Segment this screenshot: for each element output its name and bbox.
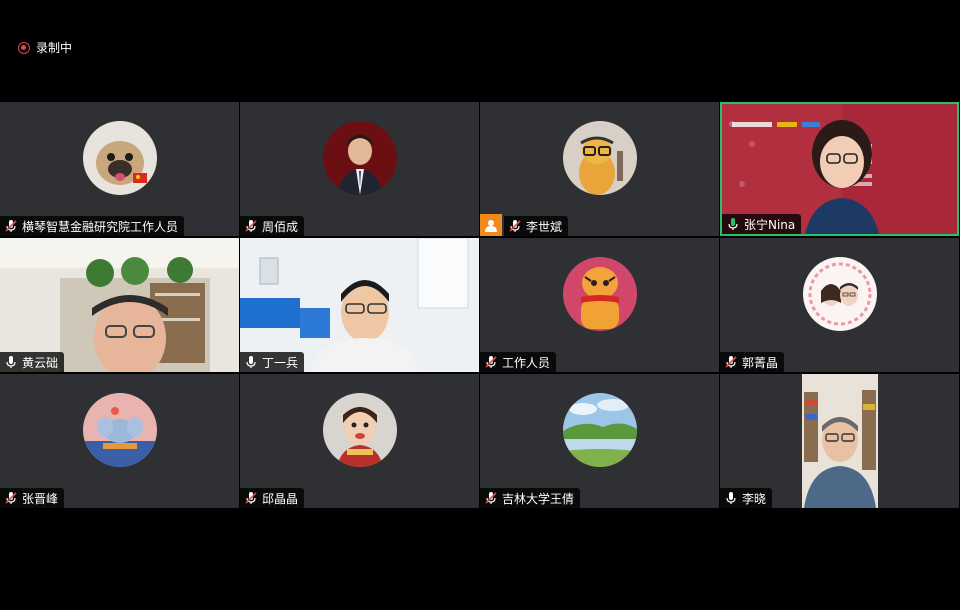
name-label: 李世斌 — [504, 216, 569, 236]
participant-tile[interactable]: 郭菁晶 — [720, 238, 959, 372]
participant-name: 吉林大学王倩 — [502, 491, 575, 506]
participant-tile[interactable]: 李世斌 — [480, 102, 719, 236]
participant-name: 李世斌 — [526, 219, 563, 234]
participant-tile[interactable]: 张晋峰 — [0, 374, 239, 508]
recording-indicator: 录制中 — [18, 39, 72, 56]
participant-tile-active-speaker[interactable]: 张宁Nina — [720, 102, 959, 236]
name-label: 丁一兵 — [240, 352, 305, 372]
avatar — [562, 121, 637, 195]
video-grid: 横琴智慧金融研究院工作人员 周佰成 李世斌 张宁Nina 黄云础 丁一兵 工作人… — [0, 102, 960, 508]
participant-name: 邱晶晶 — [262, 491, 299, 506]
participant-name: 郭菁晶 — [742, 355, 779, 370]
participant-tile[interactable]: 工作人员 — [480, 238, 719, 372]
mic-muted-icon — [509, 220, 521, 232]
name-label: 吉林大学王倩 — [480, 488, 581, 508]
name-label: 横琴智慧金融研究院工作人员 — [0, 216, 185, 236]
participant-tile[interactable]: 邱晶晶 — [240, 374, 479, 508]
participant-name: 横琴智慧金融研究院工作人员 — [22, 219, 179, 234]
participant-name: 李晓 — [742, 491, 767, 506]
name-label: 郭菁晶 — [720, 352, 785, 372]
record-icon — [18, 41, 30, 54]
participant-tile[interactable]: 吉林大学王倩 — [480, 374, 719, 508]
mic-muted-icon — [485, 492, 497, 504]
participant-name: 张晋峰 — [22, 491, 59, 506]
name-label: 李晓 — [720, 488, 773, 508]
participant-tile[interactable]: 横琴智慧金融研究院工作人员 — [0, 102, 239, 236]
avatar — [322, 393, 397, 467]
mic-muted-icon — [725, 356, 737, 368]
participant-tile[interactable]: 李晓 — [720, 374, 959, 508]
participant-tile[interactable]: 周佰成 — [240, 102, 479, 236]
mic-muted-icon — [245, 220, 257, 232]
avatar — [562, 257, 637, 331]
participant-name: 丁一兵 — [262, 355, 299, 370]
participant-name: 周佰成 — [262, 219, 299, 234]
mic-muted-icon — [485, 356, 497, 368]
name-label: 黄云础 — [0, 352, 65, 372]
mic-muted-icon — [5, 492, 17, 504]
recording-label: 录制中 — [36, 41, 73, 55]
mic-muted-icon — [245, 492, 257, 504]
name-label: 邱晶晶 — [240, 488, 305, 508]
mic-icon — [726, 492, 736, 504]
mic-active-icon — [728, 218, 738, 230]
mic-icon — [6, 356, 16, 368]
avatar — [82, 121, 157, 195]
name-label: 张宁Nina — [722, 214, 802, 234]
participant-tile[interactable]: 丁一兵 — [240, 238, 479, 372]
name-label: 周佰成 — [240, 216, 305, 236]
avatar — [322, 121, 397, 195]
mic-muted-icon — [5, 220, 17, 232]
participant-name: 工作人员 — [502, 355, 551, 370]
avatar — [562, 393, 637, 467]
participant-name: 张宁Nina — [744, 217, 796, 232]
avatar — [82, 393, 157, 467]
avatar — [802, 257, 877, 331]
name-label: 张晋峰 — [0, 488, 65, 508]
mic-icon — [246, 356, 256, 368]
name-label: 工作人员 — [480, 352, 557, 372]
participant-tile[interactable]: 黄云础 — [0, 238, 239, 372]
user-icon — [480, 214, 502, 236]
participant-name: 黄云础 — [22, 355, 59, 370]
